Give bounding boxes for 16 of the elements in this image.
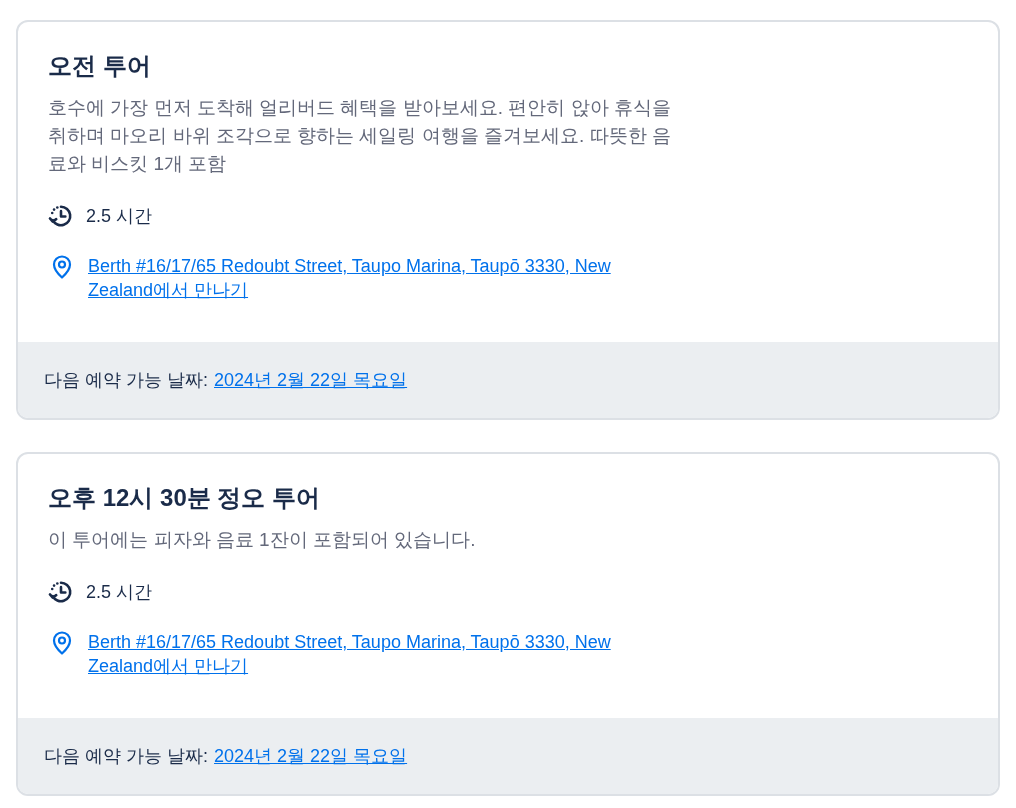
next-date-label: 다음 예약 가능 날짜: — [44, 369, 208, 392]
meeting-point-link[interactable]: Berth #16/17/65 Redoubt Street, Taupo Marina, Taupō 3330, New Zealand에서 만나기 — [88, 630, 660, 678]
tour-description: 이 투어에는 피자와 음료 1잔이 포함되어 있습니다. — [48, 528, 477, 552]
tour-title: 오후 12시 30분 정오 투어 — [48, 483, 322, 513]
location-pin-icon — [52, 631, 72, 655]
next-date-label: 다음 예약 가능 날짜: — [44, 745, 208, 768]
duration-text: 2.5 시간 — [86, 581, 153, 604]
clock-arrow-icon — [48, 203, 74, 229]
next-date-link[interactable]: 2024년 2월 22일 목요일 — [214, 368, 408, 392]
clock-arrow-icon — [48, 579, 74, 605]
duration-text: 2.5 시간 — [86, 205, 153, 228]
tour-title: 오전 투어 — [48, 51, 152, 81]
tour-description: 호수에 가장 먼저 도착해 얼리버드 혜택을 받아보세요. 편안히 앉아 휴식을 취하며 마오리 바위 조각으로 향하는 세일링 여행을 즐겨보세요. 따뜻한 음료와 비스킷 1개 포함 — [48, 96, 672, 176]
location-pin-icon — [52, 255, 72, 279]
next-date-link[interactable]: 2024년 2월 22일 목요일 — [214, 744, 408, 768]
meeting-point-link[interactable]: Berth #16/17/65 Redoubt Street, Taupo Marina, Taupō 3330, New Zealand에서 만나기 — [88, 254, 660, 302]
